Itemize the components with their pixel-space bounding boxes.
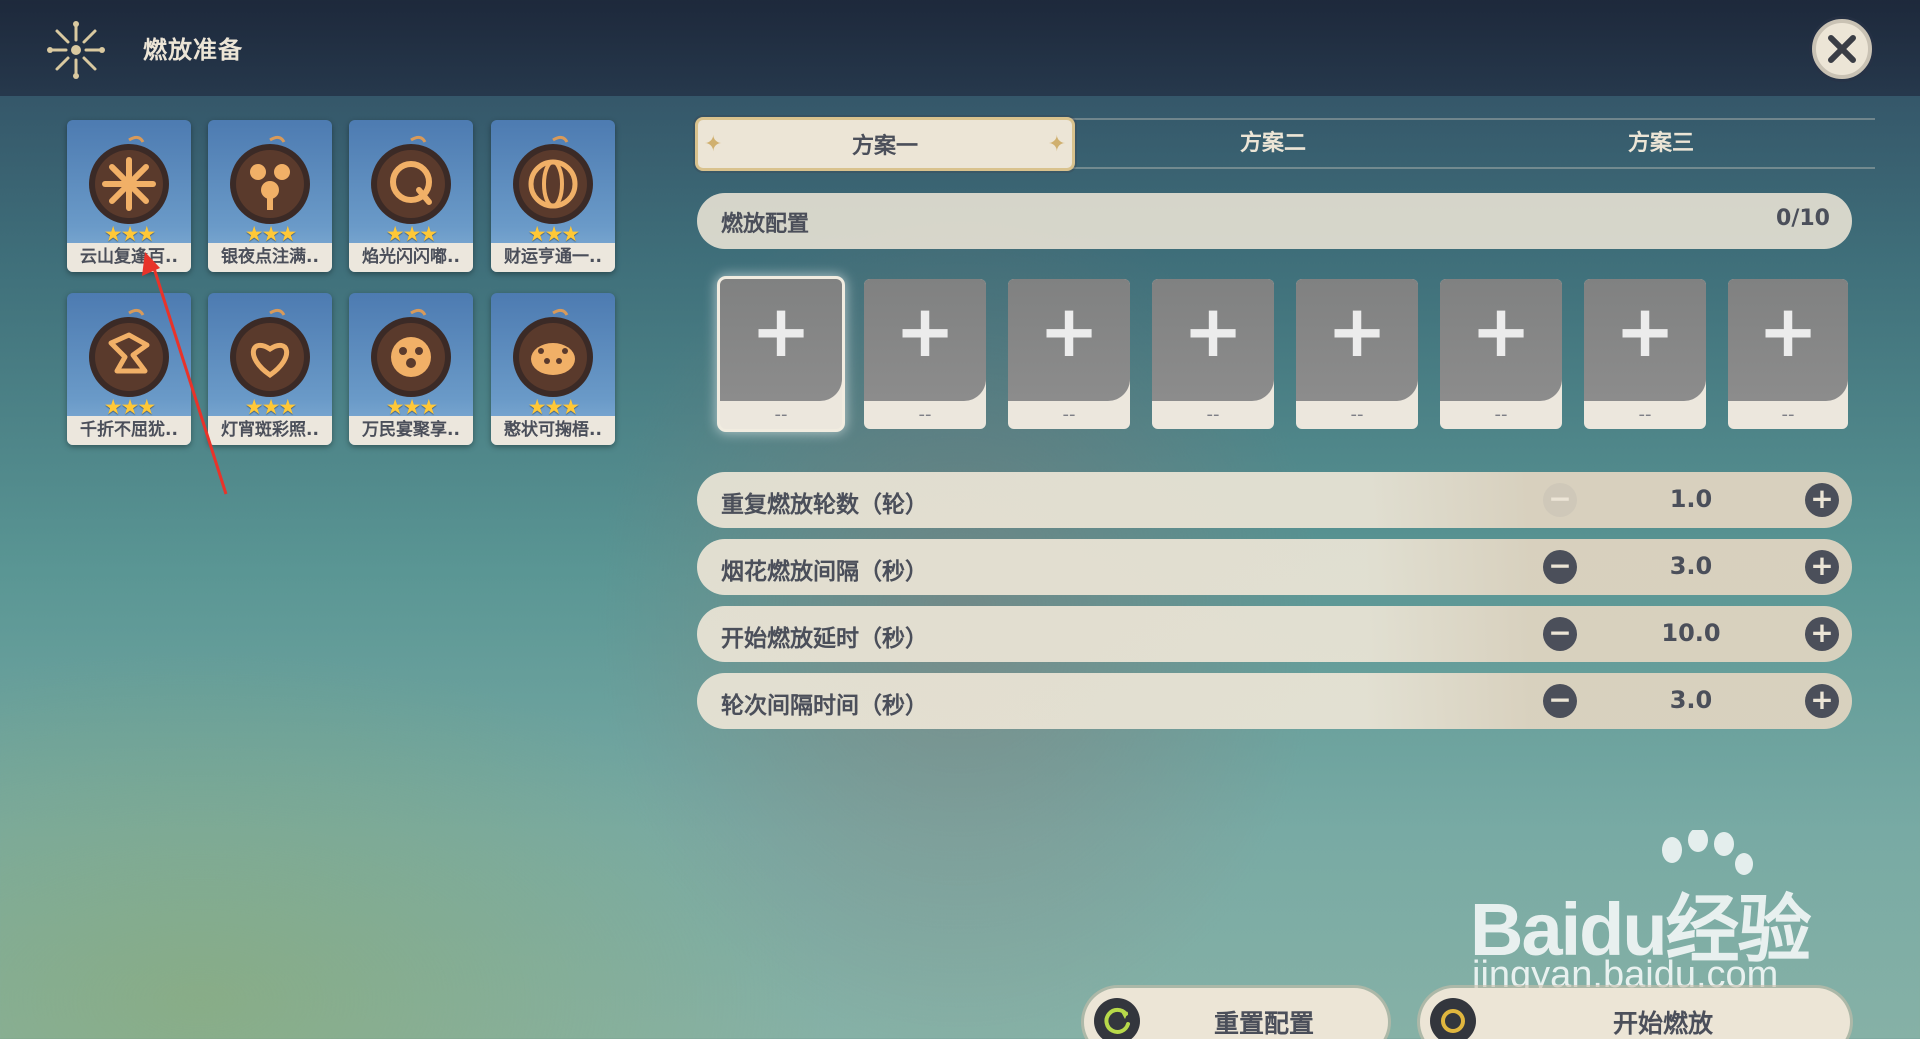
- decrease-button[interactable]: −: [1543, 617, 1577, 651]
- slot-placeholder: --: [1062, 404, 1076, 425]
- slot-placeholder: --: [1781, 404, 1795, 425]
- rarity-stars: ★★★: [244, 222, 297, 246]
- firework-card[interactable]: ★★★ 焰光闪闪嘟..: [349, 120, 473, 272]
- firework-card[interactable]: ★★★ 灯宵斑彩照..: [208, 293, 332, 445]
- firework-slot[interactable]: + --: [864, 279, 986, 429]
- firework-card[interactable]: ★★★ 千折不屈犹..: [67, 293, 191, 445]
- firework-name: 万民宴聚享..: [349, 416, 473, 445]
- close-icon: [1828, 35, 1856, 63]
- firework-name: 银夜点注满..: [208, 243, 332, 272]
- firework-card[interactable]: ★★★ 万民宴聚享..: [349, 293, 473, 445]
- rarity-stars: ★★★: [385, 395, 438, 419]
- decrease-button[interactable]: −: [1543, 483, 1577, 517]
- page-title: 燃放准备: [143, 36, 243, 64]
- firework-coin-icon: [513, 135, 593, 224]
- tab-label: 方案三: [1627, 131, 1694, 156]
- rarity-stars: ★★★: [527, 222, 580, 246]
- firework-slot[interactable]: + --: [1440, 279, 1562, 429]
- add-icon: +: [1470, 289, 1532, 373]
- tab-plan-3[interactable]: 方案三: [1471, 117, 1851, 171]
- firework-slot[interactable]: + --: [720, 279, 842, 429]
- firework-name: 云山复逢百..: [67, 243, 191, 272]
- add-icon: +: [750, 289, 812, 373]
- add-icon: +: [1757, 289, 1819, 373]
- firework-slot[interactable]: + --: [1152, 279, 1274, 429]
- setting-label: 烟花燃放间隔（秒）: [721, 559, 928, 585]
- config-label: 燃放配置: [721, 212, 810, 237]
- start-launch-button[interactable]: 开始燃放: [1420, 988, 1850, 1039]
- slot-placeholder: --: [1638, 404, 1652, 425]
- firework-name: 憨状可掬梧..: [491, 416, 615, 445]
- setting-value: 3.0: [1669, 552, 1713, 580]
- firework-ghost-icon: [371, 135, 451, 224]
- add-icon: +: [894, 289, 956, 373]
- firework-pinwheel-icon: [89, 135, 169, 224]
- setting-start-delay: 开始燃放延时（秒） − 10.0 +: [697, 606, 1852, 662]
- setting-repeat-rounds: 重复燃放轮数（轮） − 1.0 +: [697, 472, 1852, 528]
- setting-value: 3.0: [1669, 686, 1713, 714]
- rarity-stars: ★★★: [244, 395, 297, 419]
- increase-button[interactable]: +: [1805, 550, 1839, 584]
- firework-emblem-icon: [47, 21, 105, 79]
- firework-heart-icon: [230, 308, 310, 397]
- firework-pig-icon: [513, 308, 593, 397]
- firework-fold-icon: [89, 308, 169, 397]
- slot-placeholder: --: [1206, 404, 1220, 425]
- decrease-button[interactable]: −: [1543, 684, 1577, 718]
- firework-card[interactable]: ★★★ 憨状可掬梧..: [491, 293, 615, 445]
- setting-label: 开始燃放延时（秒）: [721, 626, 928, 652]
- tab-plan-2[interactable]: 方案二: [1083, 117, 1463, 171]
- firework-spray-icon: [230, 135, 310, 224]
- add-icon: +: [1182, 289, 1244, 373]
- ring-icon: [1430, 998, 1476, 1039]
- decrease-button[interactable]: −: [1543, 550, 1577, 584]
- rarity-stars: ★★★: [103, 395, 156, 419]
- rarity-stars: ★★★: [527, 395, 580, 419]
- setting-firework-interval: 烟花燃放间隔（秒） − 3.0 +: [697, 539, 1852, 595]
- setting-label: 重复燃放轮数（轮）: [721, 492, 928, 518]
- rarity-stars: ★★★: [385, 222, 438, 246]
- setting-value: 10.0: [1661, 619, 1721, 647]
- tab-label: 方案一: [851, 134, 918, 159]
- firework-slot[interactable]: + --: [1728, 279, 1848, 429]
- top-bar: 燃放准备: [0, 0, 1920, 96]
- firework-name: 千折不屈犹..: [67, 416, 191, 445]
- reset-label: 重置配置: [1213, 1009, 1314, 1038]
- firework-card[interactable]: ★★★ 银夜点注满..: [208, 120, 332, 272]
- add-icon: +: [1614, 289, 1676, 373]
- increase-button[interactable]: +: [1805, 483, 1839, 517]
- config-header: 燃放配置 0/10: [697, 193, 1852, 249]
- baidu-watermark: Baidu经验 jingyan.baidu.com: [1470, 830, 1830, 1000]
- firework-slot[interactable]: + --: [1296, 279, 1418, 429]
- slot-placeholder: --: [918, 404, 932, 425]
- tab-label: 方案二: [1239, 131, 1306, 156]
- add-icon: +: [1326, 289, 1388, 373]
- firework-card[interactable]: ★★★ 云山复逢百..: [67, 120, 191, 272]
- sparkle-icon: ✦: [1047, 132, 1066, 157]
- increase-button[interactable]: +: [1805, 684, 1839, 718]
- firework-card[interactable]: ★★★ 财运亨通一..: [491, 120, 615, 272]
- firework-slot[interactable]: + --: [1584, 279, 1706, 429]
- setting-label: 轮次间隔时间（秒）: [721, 693, 928, 719]
- tab-plan-1[interactable]: ✦ 方案一 ✦: [695, 117, 1075, 171]
- close-button[interactable]: [1812, 19, 1872, 79]
- firework-name: 财运亨通一..: [491, 243, 615, 272]
- add-icon: +: [1038, 289, 1100, 373]
- reset-icon: [1094, 998, 1140, 1039]
- firework-slot[interactable]: + --: [1008, 279, 1130, 429]
- start-label: 开始燃放: [1612, 1009, 1713, 1038]
- slot-placeholder: --: [1494, 404, 1508, 425]
- config-count: 0/10: [1776, 206, 1830, 231]
- slot-placeholder: --: [1350, 404, 1364, 425]
- firework-bun-icon: [371, 308, 451, 397]
- reset-config-button[interactable]: 重置配置: [1084, 988, 1388, 1039]
- sparkle-icon: ✦: [704, 132, 723, 157]
- increase-button[interactable]: +: [1805, 617, 1839, 651]
- slot-placeholder: --: [774, 404, 788, 425]
- firework-name: 灯宵斑彩照..: [208, 416, 332, 445]
- rarity-stars: ★★★: [103, 222, 156, 246]
- setting-value: 1.0: [1669, 485, 1713, 513]
- firework-name: 焰光闪闪嘟..: [349, 243, 473, 272]
- setting-round-interval: 轮次间隔时间（秒） − 3.0 +: [697, 673, 1852, 729]
